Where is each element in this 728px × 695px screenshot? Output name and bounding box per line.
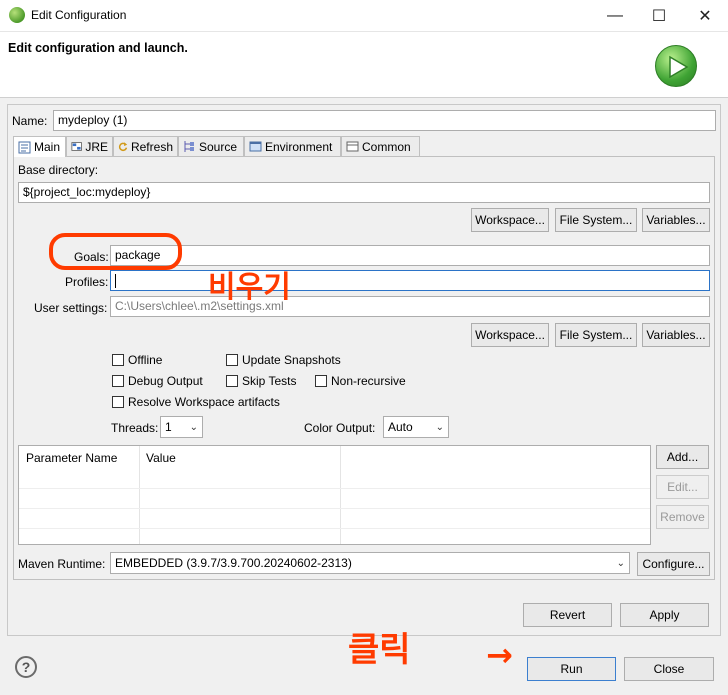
app-icon [9,7,25,23]
tab-refresh[interactable]: Refresh [113,136,178,156]
update-snapshots-checkbox[interactable]: Update Snapshots [226,353,341,367]
threads-select[interactable]: 1 ⌄ [160,416,203,438]
name-label: Name: [12,114,48,128]
base-variables-button[interactable]: Variables... [642,208,710,232]
header-banner: Edit configuration and launch. [0,32,728,98]
run-launch-icon [655,45,697,87]
environment-tab-icon [249,141,262,152]
tab-common-label: Common [362,139,411,154]
tab-source-label: Source [199,139,238,154]
checkbox-box [112,354,124,366]
maven-runtime-select[interactable]: EMBEDDED (3.9.7/3.9.700.20240602-2313) ⌄ [110,552,630,574]
checkbox-box [226,354,238,366]
tab-common[interactable]: Common [341,136,420,156]
offline-checkbox[interactable]: Offline [112,353,162,367]
user-settings-input[interactable]: C:\Users\chlee\.m2\settings.xml [110,296,710,317]
resolve-workspace-label: Resolve Workspace artifacts [128,395,280,409]
user-settings-label: User settings: [34,301,108,315]
checkbox-box [226,375,238,387]
jre-tab-icon [71,142,82,151]
profiles-input[interactable] [110,270,710,291]
remove-parameter-button[interactable]: Remove [656,505,709,529]
add-parameter-button[interactable]: Add... [656,445,709,469]
tab-jre[interactable]: JRE [66,136,113,156]
non-recursive-label: Non-recursive [331,374,406,388]
tab-source[interactable]: Source [178,136,244,156]
close-window-button[interactable]: ✕ [682,0,728,32]
refresh-tab-icon [118,142,128,152]
title-bar: Edit Configuration — ☐ ✕ [0,0,728,32]
base-workspace-button[interactable]: Workspace... [471,208,549,232]
name-input[interactable]: mydeploy (1) [53,110,716,131]
goals-input[interactable]: package [110,245,710,266]
threads-label: Threads: [111,421,159,435]
threads-value: 1 [165,420,172,434]
maximize-button[interactable]: ☐ [636,0,682,32]
arrow-annotation: → [486,636,513,674]
revert-button[interactable]: Revert [523,603,612,627]
base-directory-label: Base directory: [18,163,99,177]
skip-tests-label: Skip Tests [242,374,297,388]
configure-button[interactable]: Configure... [637,552,710,576]
checkbox-box [315,375,327,387]
chevron-down-icon: ⌄ [189,421,198,433]
minimize-icon: — [607,7,623,24]
settings-filesystem-button[interactable]: File System... [555,323,637,347]
tab-bar: Main JRE Refresh Source Environment Comm… [13,136,713,157]
click-annotation: 클릭 [348,630,411,670]
main-tab-icon [18,141,31,153]
chevron-down-icon: ⌄ [616,557,625,569]
checkbox-box [112,375,124,387]
source-tab-icon [184,141,194,152]
close-button[interactable]: Close [624,657,714,681]
base-directory-input[interactable]: ${project_loc:mydeploy} [18,182,710,203]
parameter-table[interactable]: Parameter Name Value [18,445,651,545]
color-output-label: Color Output: [304,421,376,435]
apply-button[interactable]: Apply [620,603,709,627]
window-title: Edit Configuration [31,8,127,22]
settings-variables-button[interactable]: Variables... [642,323,710,347]
tab-jre-label: JRE [85,139,108,154]
tab-main-label: Main [34,140,61,154]
settings-workspace-button[interactable]: Workspace... [471,323,549,347]
tab-environment-label: Environment [265,139,333,154]
base-filesystem-button[interactable]: File System... [555,208,637,232]
value-header: Value [146,451,176,465]
empty-annotation: 비우기 [208,270,291,305]
update-snapshots-label: Update Snapshots [242,353,341,367]
debug-output-label: Debug Output [128,374,203,388]
tab-environment[interactable]: Environment [244,136,341,156]
banner-title: Edit configuration and launch. [8,41,188,55]
parameter-name-header: Parameter Name [26,451,118,465]
close-icon: ✕ [698,8,712,25]
help-icon[interactable]: ? [15,656,37,678]
common-tab-icon [346,141,359,152]
edit-parameter-button[interactable]: Edit... [656,475,709,499]
resolve-workspace-checkbox[interactable]: Resolve Workspace artifacts [112,395,280,409]
run-button[interactable]: Run [527,657,616,681]
maximize-icon: ☐ [651,8,667,25]
tab-refresh-label: Refresh [130,139,173,154]
offline-label: Offline [128,353,163,367]
minimize-button[interactable]: — [592,0,638,32]
text-cursor [115,273,116,288]
non-recursive-checkbox[interactable]: Non-recursive [315,374,406,388]
goals-highlight-circle [49,233,182,270]
color-output-value: Auto [388,420,413,434]
skip-tests-checkbox[interactable]: Skip Tests [226,374,296,388]
debug-output-checkbox[interactable]: Debug Output [112,374,203,388]
color-output-select[interactable]: Auto ⌄ [383,416,449,438]
tab-main[interactable]: Main [13,136,66,157]
chevron-down-icon: ⌄ [435,421,444,433]
maven-runtime-value: EMBEDDED (3.9.7/3.9.700.20240602-2313) [115,556,352,570]
maven-runtime-label: Maven Runtime: [18,557,106,571]
checkbox-box [112,396,124,408]
profiles-label: Profiles: [65,275,109,289]
